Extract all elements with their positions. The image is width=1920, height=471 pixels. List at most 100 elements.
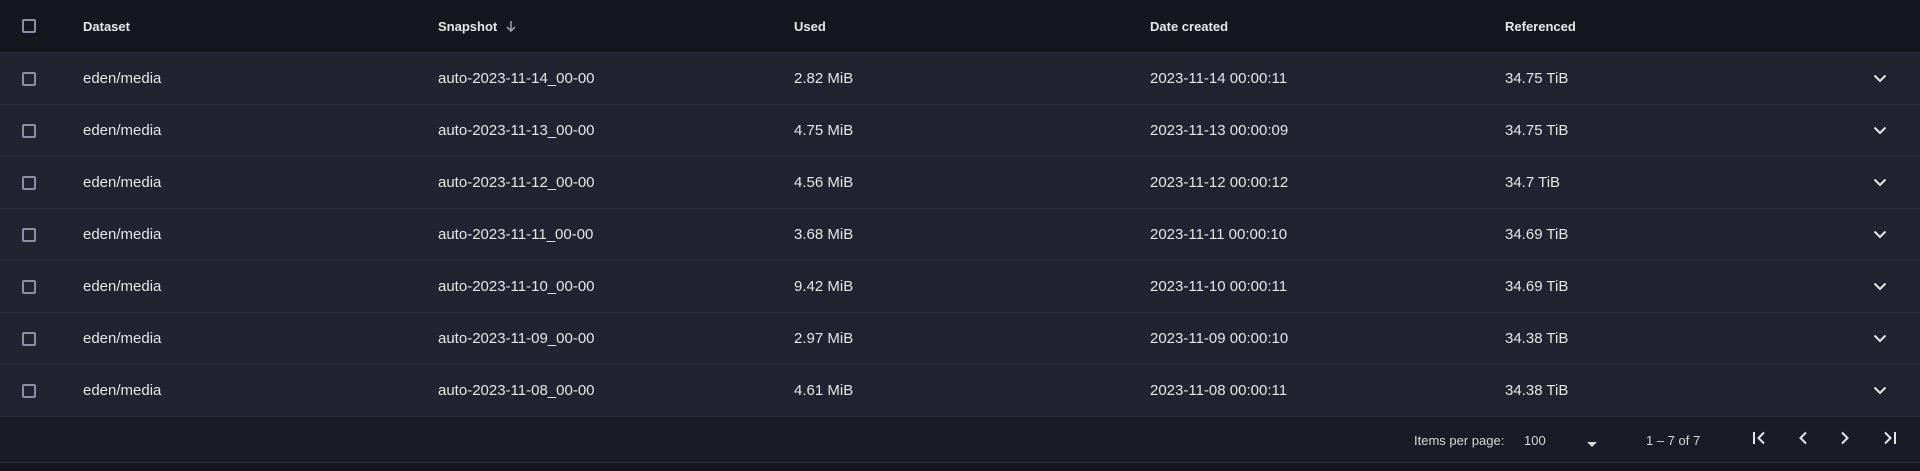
cell-used: 4.75 MiB (794, 122, 854, 139)
cell-referenced: 34.38 TiB (1505, 330, 1569, 347)
cell-referenced: 34.69 TiB (1505, 226, 1569, 243)
cell-dataset: eden/media (83, 382, 162, 399)
cell-used: 9.42 MiB (794, 278, 854, 295)
cell-dataset: eden/media (83, 122, 162, 139)
row-checkbox[interactable] (22, 279, 36, 294)
cell-referenced: 34.7 TiB (1505, 174, 1561, 191)
cell-used: 4.56 MiB (794, 174, 854, 191)
column-header-date-created[interactable]: Date created (1150, 0, 1228, 52)
select-all-checkbox[interactable] (22, 19, 36, 33)
cell-snapshot: auto-2023-11-08_00-00 (438, 382, 595, 399)
row-select-cell (22, 209, 44, 260)
column-header-dataset-label: Dataset (83, 18, 130, 34)
snapshots-table: Dataset Snapshot Used Date created Refer… (0, 0, 1920, 471)
table-row[interactable]: eden/media auto-2023-11-14_00-00 2.82 Mi… (0, 53, 1920, 105)
expand-row-button[interactable] (1868, 261, 1892, 312)
table-row[interactable]: eden/media auto-2023-11-10_00-00 9.42 Mi… (0, 261, 1920, 313)
expand-row-button[interactable] (1868, 313, 1892, 364)
last-page-button[interactable] (1874, 425, 1904, 455)
last-page-icon (1881, 431, 1897, 450)
first-page-button[interactable] (1745, 425, 1775, 455)
row-checkbox[interactable] (22, 123, 36, 138)
chevron-down-icon[interactable] (1873, 282, 1887, 291)
cell-date-created: 2023-11-14 00:00:11 (1150, 70, 1288, 87)
chevron-down-icon[interactable] (1873, 334, 1887, 343)
dropdown-arrow-icon (1586, 436, 1598, 451)
cell-snapshot: auto-2023-11-11_00-00 (438, 226, 594, 243)
row-checkbox[interactable] (22, 383, 36, 398)
cell-referenced: 34.75 TiB (1505, 70, 1569, 87)
expand-row-button[interactable] (1868, 365, 1892, 416)
table-row[interactable]: eden/media auto-2023-11-12_00-00 4.56 Mi… (0, 157, 1920, 209)
cell-referenced: 34.75 TiB (1505, 122, 1569, 139)
chevron-down-icon[interactable] (1873, 74, 1887, 83)
cell-used: 4.61 MiB (794, 382, 854, 399)
cell-date-created: 2023-11-11 00:00:10 (1150, 226, 1288, 243)
row-checkbox[interactable] (22, 331, 36, 346)
expand-row-button[interactable] (1868, 105, 1892, 156)
row-checkbox[interactable] (22, 175, 36, 190)
cell-date-created: 2023-11-13 00:00:09 (1150, 122, 1289, 139)
cell-date-created: 2023-11-09 00:00:10 (1150, 330, 1289, 347)
chevron-down-icon[interactable] (1873, 230, 1887, 239)
cell-date-created: 2023-11-10 00:00:11 (1150, 278, 1288, 295)
column-header-referenced[interactable]: Referenced (1505, 0, 1576, 52)
previous-page-button[interactable] (1788, 425, 1818, 455)
column-header-used-label: Used (794, 18, 826, 34)
chevron-right-icon (1840, 431, 1850, 450)
column-header-referenced-label: Referenced (1505, 18, 1576, 34)
column-header-dataset[interactable]: Dataset (83, 0, 130, 52)
column-header-used[interactable]: Used (794, 0, 826, 52)
next-page-button[interactable] (1830, 425, 1860, 455)
cell-snapshot: auto-2023-11-12_00-00 (438, 174, 595, 191)
row-select-cell (22, 313, 44, 364)
row-checkbox[interactable] (22, 227, 36, 242)
chevron-down-icon[interactable] (1873, 178, 1887, 187)
row-select-cell (22, 105, 44, 156)
items-per-page-label: Items per page: (1414, 432, 1505, 448)
cell-snapshot: auto-2023-11-13_00-00 (438, 122, 595, 139)
page-range-label: 1 – 7 of 7 (1646, 432, 1701, 448)
cell-dataset: eden/media (83, 278, 162, 295)
cell-dataset: eden/media (83, 70, 162, 87)
expand-row-button[interactable] (1868, 157, 1892, 208)
cell-snapshot: auto-2023-11-10_00-00 (438, 278, 595, 295)
cell-date-created: 2023-11-12 00:00:12 (1150, 174, 1289, 191)
chevron-left-icon (1798, 431, 1808, 450)
cell-used: 2.82 MiB (794, 70, 854, 87)
table-header-row: Dataset Snapshot Used Date created Refer… (0, 0, 1920, 53)
row-checkbox[interactable] (22, 71, 36, 86)
table-row[interactable]: eden/media auto-2023-11-13_00-00 4.75 Mi… (0, 105, 1920, 157)
row-select-cell (22, 365, 44, 416)
select-all-cell (22, 0, 44, 52)
cell-snapshot: auto-2023-11-14_00-00 (438, 70, 595, 87)
row-select-cell (22, 261, 44, 312)
first-page-icon (1752, 431, 1768, 450)
row-select-cell (22, 53, 44, 104)
table-row[interactable]: eden/media auto-2023-11-08_00-00 4.61 Mi… (0, 365, 1920, 417)
bottom-strip (0, 463, 1920, 471)
table-row[interactable]: eden/media auto-2023-11-09_00-00 2.97 Mi… (0, 313, 1920, 365)
arrow-down-icon[interactable] (505, 20, 517, 33)
row-select-cell (22, 157, 44, 208)
chevron-down-icon[interactable] (1873, 126, 1887, 135)
chevron-down-icon[interactable] (1873, 386, 1887, 395)
column-header-snapshot-label: Snapshot (438, 18, 498, 34)
cell-used: 3.68 MiB (794, 226, 854, 243)
items-per-page-value: 100 (1524, 432, 1546, 448)
table-row[interactable]: eden/media auto-2023-11-11_00-00 3.68 Mi… (0, 209, 1920, 261)
cell-referenced: 34.69 TiB (1505, 278, 1569, 295)
cell-dataset: eden/media (83, 330, 162, 347)
column-header-snapshot[interactable]: Snapshot (438, 0, 517, 52)
items-per-page-select[interactable]: 100 (1524, 425, 1604, 455)
column-header-date-created-label: Date created (1150, 18, 1229, 34)
cell-dataset: eden/media (83, 174, 162, 191)
expand-row-button[interactable] (1868, 209, 1892, 260)
expand-row-button[interactable] (1868, 53, 1892, 104)
cell-snapshot: auto-2023-11-09_00-00 (438, 330, 595, 347)
cell-date-created: 2023-11-08 00:00:11 (1150, 382, 1288, 399)
cell-used: 2.97 MiB (794, 330, 854, 347)
cell-dataset: eden/media (83, 226, 162, 243)
cell-referenced: 34.38 TiB (1505, 382, 1569, 399)
paginator: Items per page: 100 1 – 7 of 7 (0, 417, 1920, 463)
